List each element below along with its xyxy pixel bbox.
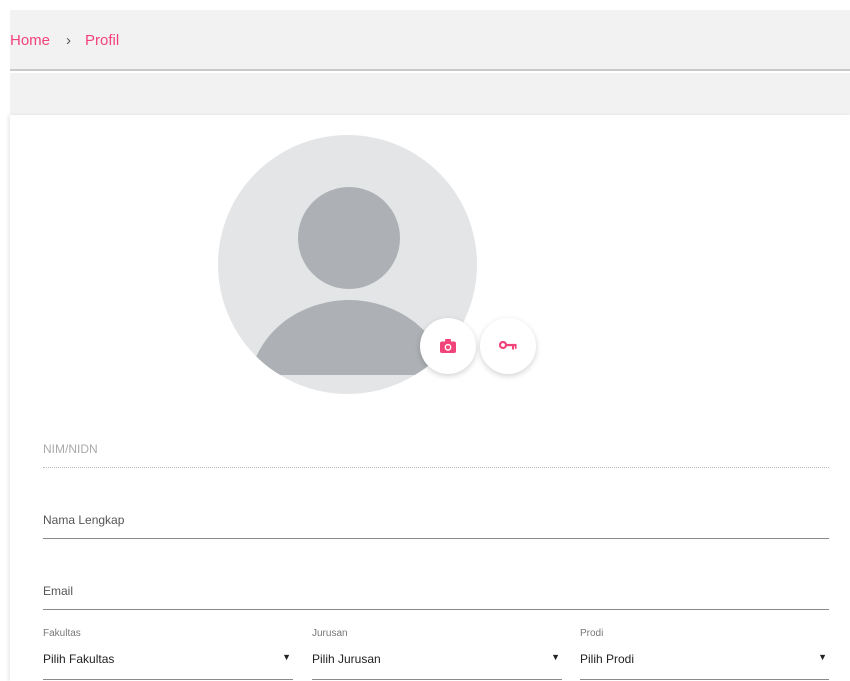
header-band: [10, 73, 850, 115]
change-password-button[interactable]: [480, 318, 536, 374]
fakultas-value: Pilih Fakultas: [43, 652, 115, 666]
nim-placeholder: NIM/NIDN: [43, 442, 98, 456]
dropdown-arrow-icon: ▼: [282, 652, 291, 662]
dropdown-arrow-icon: ▼: [818, 652, 827, 662]
email-placeholder: Email: [43, 584, 74, 598]
breadcrumb-current: Profil: [85, 32, 120, 49]
email-field[interactable]: Email: [43, 582, 829, 610]
jurusan-label: Jurusan: [312, 628, 348, 639]
breadcrumb-home-link[interactable]: Home: [10, 32, 50, 49]
dropdown-arrow-icon: ▼: [551, 652, 560, 662]
profile-card: NIM/NIDN Nama Lengkap Email Fakultas Pil…: [10, 115, 850, 681]
key-icon: [499, 341, 517, 350]
nama-lengkap-placeholder: Nama Lengkap: [43, 513, 125, 527]
jurusan-select[interactable]: Jurusan Pilih Jurusan ▼: [312, 628, 562, 680]
prodi-label: Prodi: [580, 628, 604, 639]
nim-field[interactable]: NIM/NIDN: [43, 440, 829, 468]
camera-icon: [440, 339, 456, 353]
fakultas-label: Fakultas: [43, 628, 81, 639]
nama-lengkap-field[interactable]: Nama Lengkap: [43, 511, 829, 539]
top-bar: Home › Profil: [10, 10, 850, 71]
fakultas-select[interactable]: Fakultas Pilih Fakultas ▼: [43, 628, 293, 680]
prodi-select[interactable]: Prodi Pilih Prodi ▼: [580, 628, 829, 680]
change-photo-button[interactable]: [420, 318, 476, 374]
prodi-value: Pilih Prodi: [580, 652, 635, 666]
breadcrumb: Home › Profil: [10, 32, 119, 49]
jurusan-value: Pilih Jurusan: [312, 652, 381, 666]
breadcrumb-separator-icon: ›: [66, 32, 72, 49]
